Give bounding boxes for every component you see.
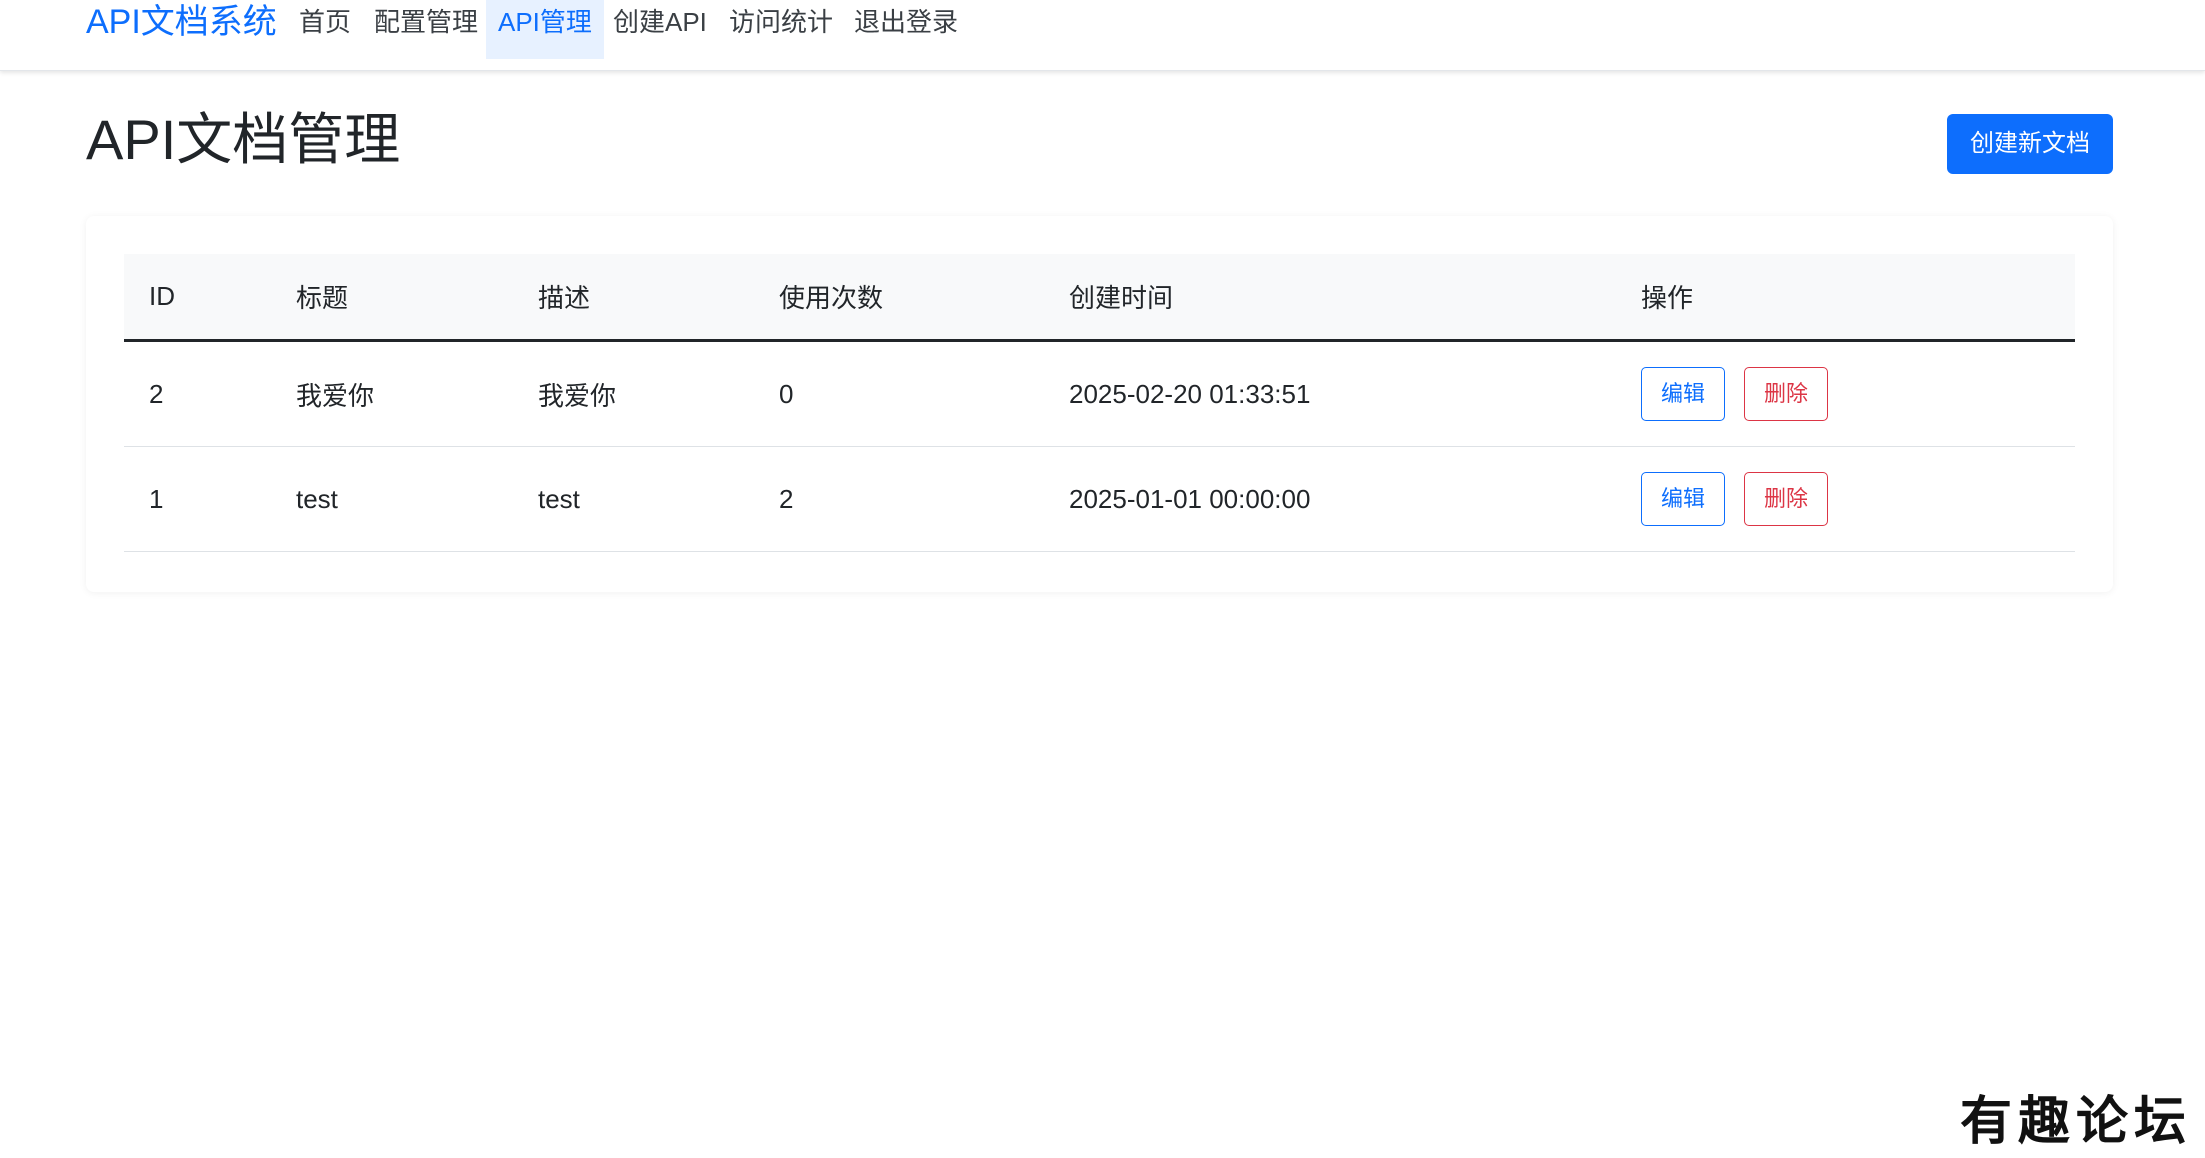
page-title: API文档管理	[86, 108, 401, 171]
cell-actions: 编辑 删除	[1641, 447, 1829, 551]
cell-description: 我爱你	[538, 380, 617, 411]
cell-usage-count: 0	[779, 378, 794, 409]
brand-logo[interactable]: API文档系统	[86, 0, 277, 44]
cell-usage-count: 2	[779, 483, 794, 514]
nav-stats[interactable]: 访问统计	[717, 0, 845, 59]
edit-button[interactable]: 编辑	[1641, 472, 1726, 526]
column-header-actions: 操作	[1641, 283, 1694, 313]
create-document-button[interactable]: 创建新文档	[1947, 114, 2113, 174]
top-navbar: API文档系统 首页 配置管理 API管理 创建API 访问统计 退出登录	[0, 0, 2205, 71]
column-header-id: ID	[149, 281, 175, 311]
column-header-created-at: 创建时间	[1069, 283, 1174, 313]
nav-api-manage[interactable]: API管理	[486, 0, 604, 59]
column-header-title: 标题	[296, 283, 349, 313]
delete-button[interactable]: 删除	[1744, 472, 1829, 526]
table-row: 1 test test 2 2025-01-01 00:00:00 编辑 删除	[124, 447, 2075, 552]
column-header-usage-count: 使用次数	[779, 283, 884, 313]
table-row: 2 我爱你 我爱你 0 2025-02-20 01:33:51 编辑 删除	[124, 342, 2075, 447]
nav-logout[interactable]: 退出登录	[842, 0, 970, 59]
cell-id: 1	[149, 483, 164, 514]
cell-created-at: 2025-02-20 01:33:51	[1069, 378, 1311, 409]
cell-title: test	[296, 483, 338, 514]
documents-card: ID 标题 描述 使用次数 创建时间 操作 2 我爱你 我爱你 0 2025-0…	[86, 216, 2113, 592]
documents-table: ID 标题 描述 使用次数 创建时间 操作 2 我爱你 我爱你 0 2025-0…	[124, 254, 2075, 552]
forum-watermark: 有趣论坛	[1960, 1091, 2193, 1152]
column-header-description: 描述	[538, 283, 591, 313]
table-header: ID 标题 描述 使用次数 创建时间 操作	[124, 254, 2075, 342]
cell-actions: 编辑 删除	[1641, 342, 1829, 446]
cell-id: 2	[149, 378, 164, 409]
edit-button[interactable]: 编辑	[1641, 367, 1726, 421]
cell-description: test	[538, 483, 580, 514]
nav-create-api[interactable]: 创建API	[601, 0, 719, 59]
nav-home[interactable]: 首页	[287, 0, 363, 59]
nav-config[interactable]: 配置管理	[362, 0, 490, 59]
delete-button[interactable]: 删除	[1744, 367, 1829, 421]
cell-created-at: 2025-01-01 00:00:00	[1069, 483, 1311, 514]
cell-title: 我爱你	[296, 380, 375, 411]
